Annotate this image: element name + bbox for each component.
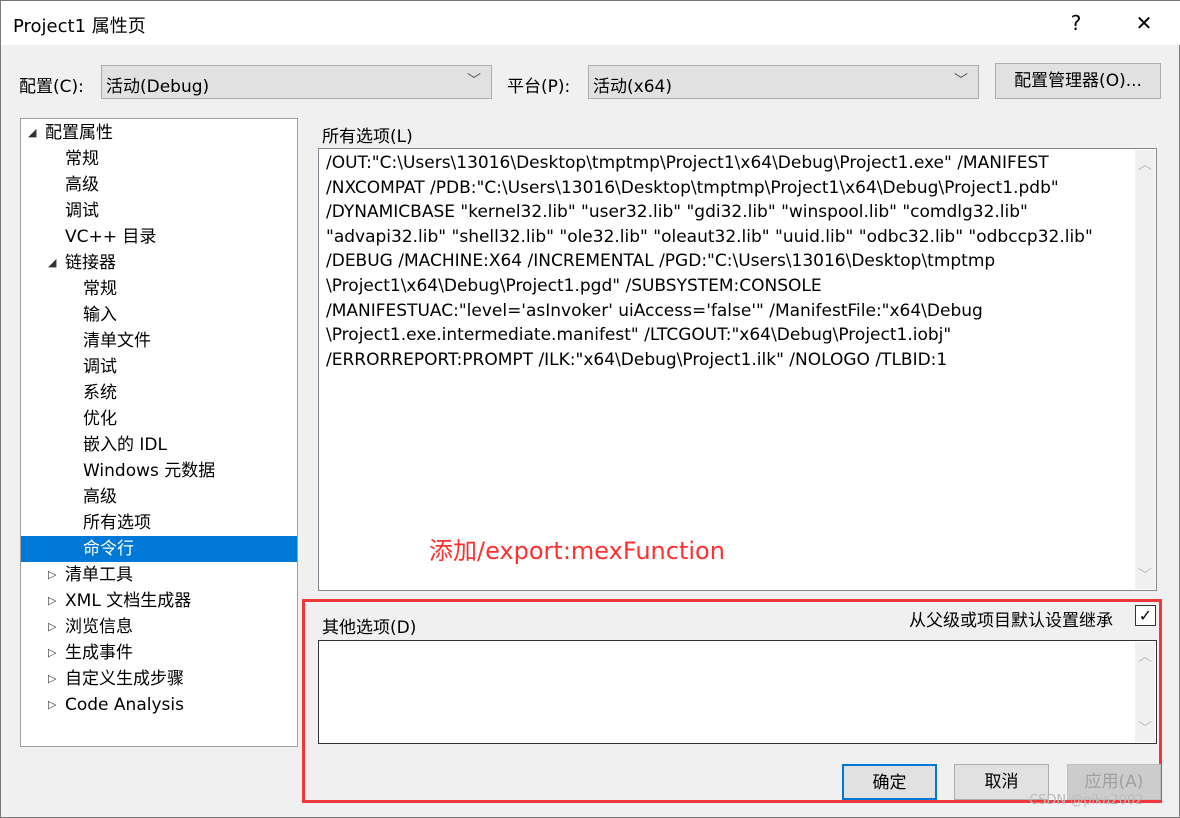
- tree-item-label: 高级: [83, 487, 117, 507]
- tree-item[interactable]: 命令行: [21, 536, 297, 562]
- tree-item-label: 清单文件: [83, 331, 151, 351]
- tree-item-label: 命令行: [83, 539, 134, 559]
- title-bar: Project1 属性页 ? ✕: [1, 1, 1180, 45]
- tree-item-label: 常规: [83, 279, 117, 299]
- tree-item[interactable]: ▷ 生成事件: [21, 640, 297, 666]
- config-dropdown[interactable]: 活动(Debug) ﹀: [101, 65, 492, 99]
- scroll-up-icon[interactable]: ︿: [1135, 154, 1155, 174]
- tree-item[interactable]: ▷ XML 文档生成器: [21, 588, 297, 614]
- tree-item[interactable]: 优化: [21, 406, 297, 432]
- tree-item[interactable]: 调试: [21, 354, 297, 380]
- tree-item-label: 调试: [83, 357, 117, 377]
- expanded-arrow-icon[interactable]: ◢: [28, 120, 36, 146]
- platform-value: 活动(x64): [593, 77, 672, 97]
- check-icon: ✓: [1138, 606, 1153, 625]
- tree-item-label: 清单工具: [65, 565, 133, 585]
- tree-item[interactable]: 所有选项: [21, 510, 297, 536]
- tree-item-label: 输入: [83, 305, 117, 325]
- tree-item-label: 配置属性: [45, 123, 113, 143]
- collapsed-arrow-icon[interactable]: ▷: [48, 692, 56, 718]
- window-title: Project1 属性页: [13, 16, 146, 37]
- ok-button[interactable]: 确定: [842, 764, 937, 800]
- tree-item-label: 生成事件: [65, 643, 133, 663]
- tree-item-label: 优化: [83, 409, 117, 429]
- tree-item[interactable]: 嵌入的 IDL: [21, 432, 297, 458]
- tree-item[interactable]: ▷ 浏览信息: [21, 614, 297, 640]
- tree-item-label: Code Analysis: [65, 695, 184, 715]
- tree-item[interactable]: 调试: [21, 198, 297, 224]
- config-value: 活动(Debug): [106, 77, 210, 97]
- collapsed-arrow-icon[interactable]: ▷: [48, 562, 56, 588]
- watermark: CSDN @pika2002: [1029, 793, 1144, 808]
- tree-item-label: 常规: [65, 149, 99, 169]
- other-options-input[interactable]: ︿ ﹀: [318, 640, 1157, 744]
- tree-item-label: 所有选项: [83, 513, 151, 533]
- property-tree[interactable]: ◢ 配置属性 常规 高级 调试 VC++ 目录 ◢ 链接器 常规 输入 清单文件 调试 系统 优化 嵌入的 …: [20, 118, 298, 747]
- tree-item[interactable]: 常规: [21, 146, 297, 172]
- scrollbar[interactable]: ︿ ﹀: [1135, 150, 1155, 589]
- close-button[interactable]: ✕: [1129, 9, 1159, 37]
- scroll-down-icon[interactable]: ﹀: [1135, 718, 1155, 738]
- tree-item[interactable]: VC++ 目录: [21, 224, 297, 250]
- tree-item[interactable]: 高级: [21, 172, 297, 198]
- config-label: 配置(C):: [19, 77, 84, 97]
- tree-item-label: Windows 元数据: [83, 461, 216, 481]
- tree-item-label: 调试: [65, 201, 99, 221]
- tree-item-label: 链接器: [65, 253, 116, 273]
- chevron-down-icon: ﹀: [467, 73, 481, 89]
- tree-item-label: VC++ 目录: [65, 227, 157, 247]
- collapsed-arrow-icon[interactable]: ▷: [48, 614, 56, 640]
- tree-item-label: XML 文档生成器: [65, 591, 192, 611]
- tree-item[interactable]: 系统: [21, 380, 297, 406]
- inherit-checkbox[interactable]: ✓: [1135, 605, 1156, 626]
- tree-item-label: 系统: [83, 383, 117, 403]
- platform-label: 平台(P):: [507, 77, 571, 97]
- tree-item-label: 嵌入的 IDL: [83, 435, 167, 455]
- scroll-up-icon[interactable]: ︿: [1135, 646, 1155, 666]
- tree-item[interactable]: Windows 元数据: [21, 458, 297, 484]
- help-button[interactable]: ?: [1061, 9, 1091, 37]
- scroll-down-icon[interactable]: ﹀: [1135, 565, 1155, 585]
- config-manager-button[interactable]: 配置管理器(O)...: [995, 63, 1161, 99]
- annotation-text: 添加/export:mexFunction: [429, 537, 725, 565]
- tree-item-label: 自定义生成步骤: [65, 669, 184, 689]
- inherit-label: 从父级或项目默认设置继承: [909, 611, 1113, 631]
- tree-item-label: 浏览信息: [65, 617, 133, 637]
- platform-dropdown[interactable]: 活动(x64) ﹀: [588, 65, 979, 99]
- tree-item[interactable]: ◢ 链接器: [21, 250, 297, 276]
- all-options-label: 所有选项(L): [322, 127, 413, 147]
- tree-item[interactable]: ▷ 清单工具: [21, 562, 297, 588]
- tree-item[interactable]: ◢ 配置属性: [21, 120, 297, 146]
- all-options-text: /OUT:"C:\Users\13016\Desktop\tmptmp\Proj…: [326, 153, 1093, 370]
- other-options-label: 其他选项(D): [322, 618, 417, 638]
- tree-item[interactable]: 输入: [21, 302, 297, 328]
- tree-item[interactable]: 清单文件: [21, 328, 297, 354]
- collapsed-arrow-icon[interactable]: ▷: [48, 640, 56, 666]
- collapsed-arrow-icon[interactable]: ▷: [48, 666, 56, 692]
- collapsed-arrow-icon[interactable]: ▷: [48, 588, 56, 614]
- chevron-down-icon: ﹀: [954, 73, 968, 89]
- tree-item[interactable]: 高级: [21, 484, 297, 510]
- tree-item[interactable]: ▷ Code Analysis: [21, 692, 297, 718]
- expanded-arrow-icon[interactable]: ◢: [48, 250, 56, 276]
- tree-item[interactable]: 常规: [21, 276, 297, 302]
- scrollbar[interactable]: ︿ ﹀: [1135, 642, 1155, 742]
- tree-item-label: 高级: [65, 175, 99, 195]
- tree-item[interactable]: ▷ 自定义生成步骤: [21, 666, 297, 692]
